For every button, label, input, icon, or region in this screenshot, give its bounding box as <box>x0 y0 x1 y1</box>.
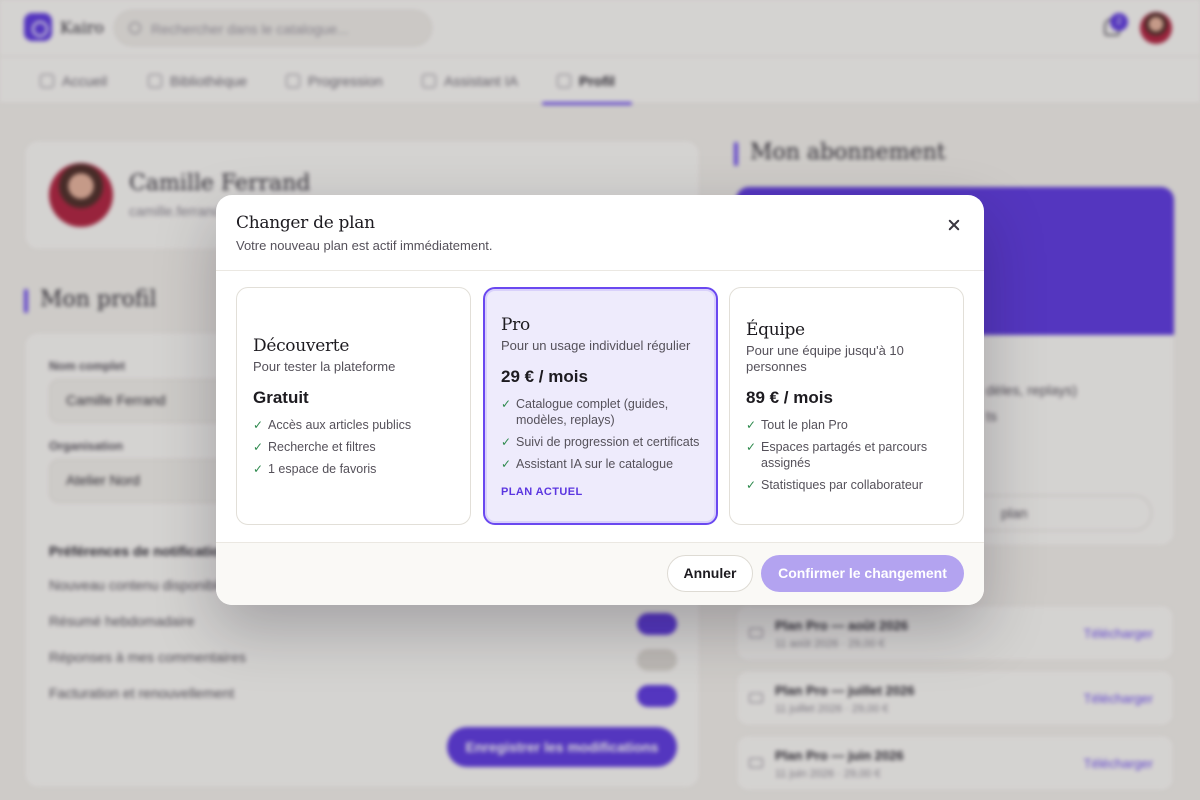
check-icon: ✓ <box>746 418 757 432</box>
check-icon: ✓ <box>501 397 512 411</box>
check-icon: ✓ <box>501 457 512 471</box>
cancel-button[interactable]: Annuler <box>667 555 753 592</box>
plan-feature: ✓ Recherche et filtres <box>253 439 456 455</box>
current-plan-badge: PLAN ACTUEL <box>501 486 583 498</box>
plan-name: Pro <box>501 315 530 335</box>
plan-name: Équipe <box>746 320 805 340</box>
plan-card-decouverte[interactable]: Découverte Pour tester la plateforme Gra… <box>236 287 471 525</box>
divider <box>216 270 984 271</box>
check-icon: ✓ <box>253 418 264 432</box>
feature-label: Tout le plan Pro <box>761 418 848 432</box>
plan-feature: ✓ Assistant IA sur le catalogue <box>501 456 702 472</box>
check-icon: ✓ <box>501 435 512 449</box>
feature-label: Espaces partagés et parcours assignés <box>761 440 928 470</box>
feature-label: Catalogue complet (guides, modèles, repl… <box>516 397 669 427</box>
plan-description: Pour une équipe jusqu'à 10 personnes <box>746 343 904 374</box>
plan-feature: ✓ Espaces partagés et parcours assignés <box>746 439 949 471</box>
plan-name: Découverte <box>253 336 350 356</box>
dialog-subtitle: Votre nouveau plan est actif immédiateme… <box>236 238 493 253</box>
feature-label: Assistant IA sur le catalogue <box>516 457 674 471</box>
plan-card-pro[interactable]: Pro Pour un usage individuel régulier 29… <box>483 287 718 525</box>
close-icon[interactable] <box>942 213 966 237</box>
feature-label: Statistiques par collaborateur <box>761 478 923 492</box>
check-icon: ✓ <box>253 440 264 454</box>
feature-label: 1 espace de favoris <box>268 462 377 476</box>
plan-feature: ✓ Accès aux articles publics <box>253 417 456 433</box>
plan-feature: ✓ Tout le plan Pro <box>746 417 949 433</box>
dialog-title: Changer de plan <box>236 213 375 233</box>
feature-label: Suivi de progression et certificats <box>516 435 700 449</box>
plan-feature: ✓ 1 espace de favoris <box>253 461 456 477</box>
plan-price: 29 € / mois <box>501 367 588 386</box>
check-icon: ✓ <box>253 462 264 476</box>
plan-card-equipe[interactable]: Équipe Pour une équipe jusqu'à 10 person… <box>729 287 964 525</box>
plan-price: Gratuit <box>253 388 309 407</box>
confirm-button[interactable]: Confirmer le changement <box>761 555 964 592</box>
plan-feature: ✓ Suivi de progression et certificats <box>501 434 702 450</box>
plan-content: Découverte Pour tester la plateforme Gra… <box>253 288 456 524</box>
plan-description: Pour tester la plateforme <box>253 359 396 374</box>
check-icon: ✓ <box>746 440 757 454</box>
plan-content: Pro Pour un usage individuel régulier 29… <box>501 289 702 523</box>
plan-features: ✓ Accès aux articles publics ✓ Recherche e… <box>253 417 456 477</box>
check-icon: ✓ <box>746 478 757 492</box>
plan-feature: ✓ Statistiques par collaborateur <box>746 477 949 493</box>
plan-price: 89 € / mois <box>746 388 833 407</box>
change-plan-dialog: Changer de plan Votre nouveau plan est a… <box>216 195 984 605</box>
plan-content: Équipe Pour une équipe jusqu'à 10 person… <box>746 288 949 524</box>
feature-label: Recherche et filtres <box>268 440 376 454</box>
plan-features: ✓ Catalogue complet (guides, modèles, rep… <box>501 396 702 472</box>
plan-description: Pour un usage individuel régulier <box>501 338 691 353</box>
plan-feature: ✓ Catalogue complet (guides, modèles, rep… <box>501 396 702 428</box>
plan-features: ✓ Tout le plan Pro ✓ Espaces partagés et p… <box>746 417 949 493</box>
feature-label: Accès aux articles publics <box>268 418 412 432</box>
dialog-footer: Annuler Confirmer le changement <box>216 542 984 605</box>
